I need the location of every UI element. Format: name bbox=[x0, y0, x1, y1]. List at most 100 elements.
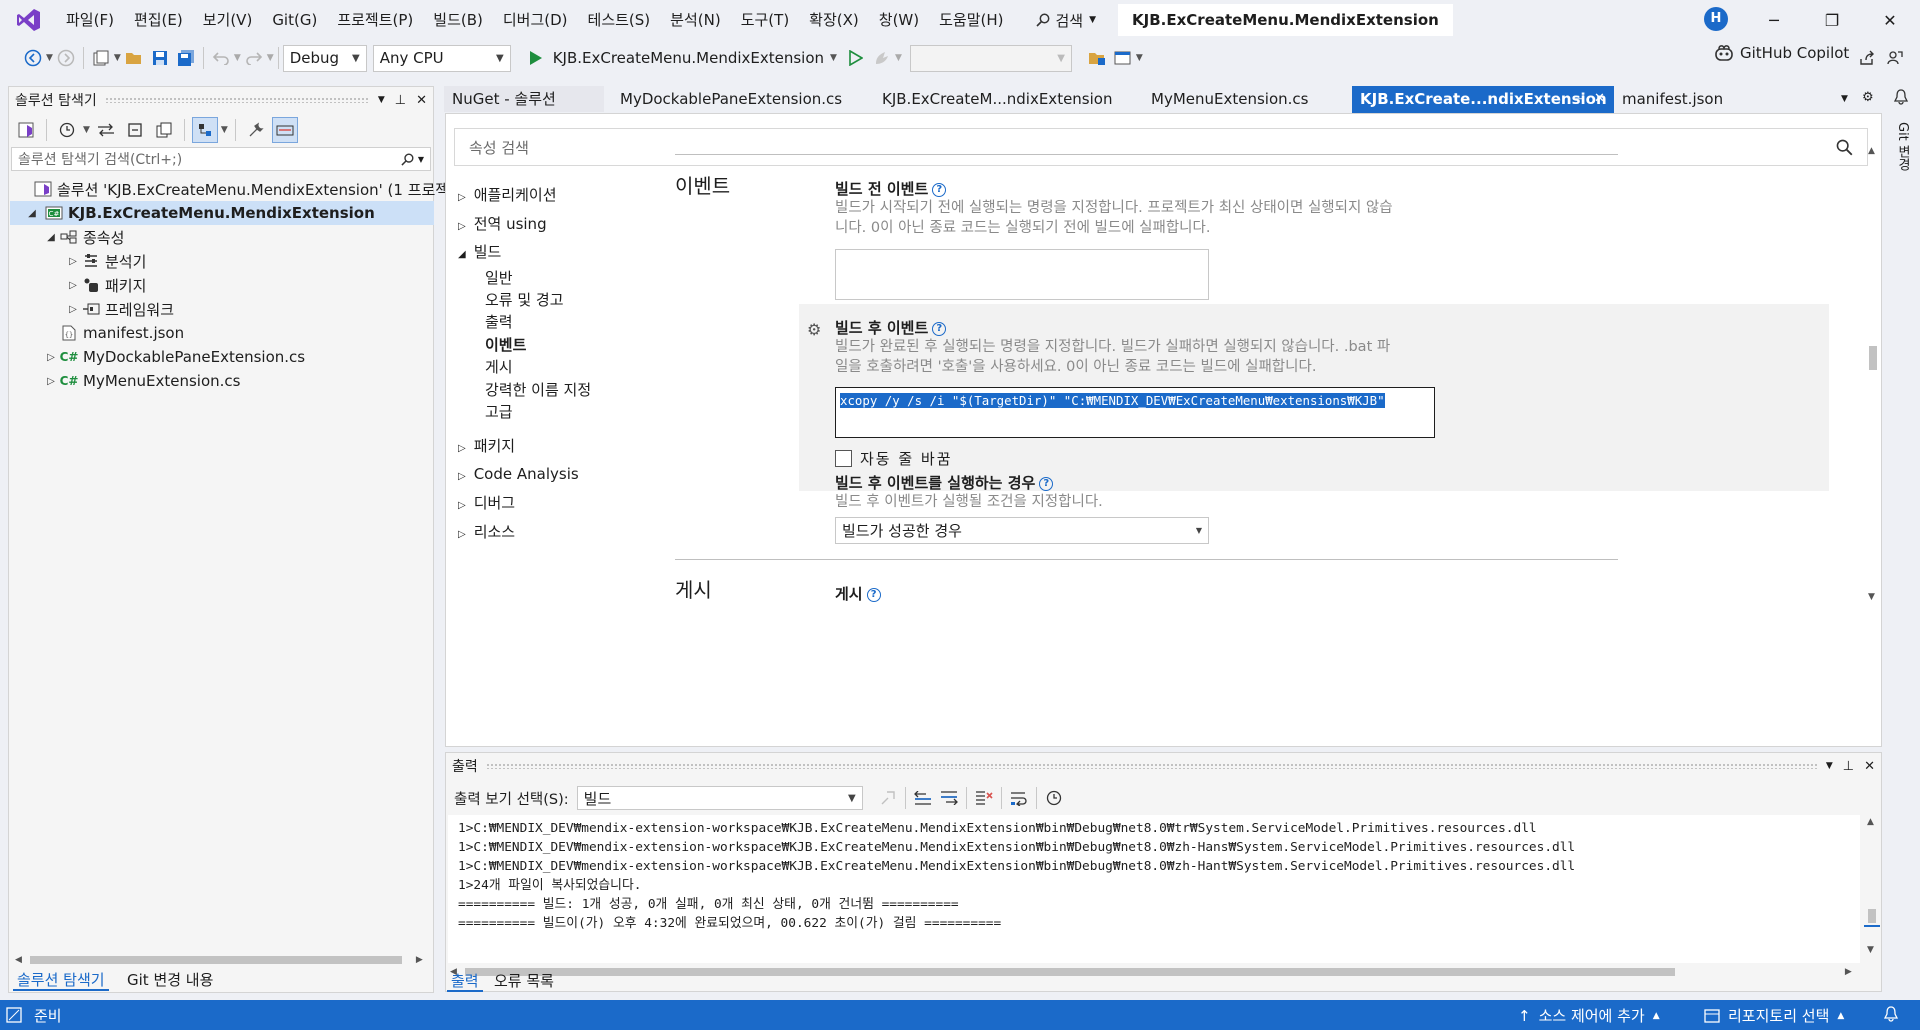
close-panel-icon[interactable]: ✕ bbox=[1864, 759, 1875, 774]
git-changes-side-tab[interactable]: Git 변경 bbox=[1890, 122, 1912, 171]
open-folder-icon[interactable] bbox=[121, 45, 147, 71]
select-repository-button[interactable]: 리포지토리 선택 ▲ bbox=[1704, 1005, 1844, 1026]
clear-all-icon[interactable] bbox=[971, 785, 997, 811]
tab-mymenu[interactable]: MyMenuExtension.cs bbox=[1143, 86, 1343, 112]
notifications-icon[interactable] bbox=[1890, 86, 1912, 108]
close-window-button[interactable]: ✕ bbox=[1862, 0, 1918, 40]
solution-explorer-search-input[interactable]: 솔루션 탐색기 검색(Ctrl+;) ▼ bbox=[11, 147, 431, 171]
tree-item-solution[interactable]: 솔루션 'KJB.ExCreateMenu.MendixExtension' (… bbox=[17, 177, 463, 201]
pin-icon[interactable]: ⊥ bbox=[395, 93, 406, 108]
help-icon[interactable]: ? bbox=[932, 321, 947, 336]
nav-build-general[interactable]: 일반 bbox=[485, 267, 513, 288]
toggle-word-wrap-icon[interactable] bbox=[1006, 785, 1032, 811]
go-previous-message-icon[interactable] bbox=[910, 785, 936, 811]
tab-pin-icon[interactable]: ⊣ bbox=[1574, 86, 1584, 112]
nav-build-errors[interactable]: 오류 및 경고 bbox=[485, 289, 564, 310]
new-project-icon[interactable] bbox=[88, 45, 114, 71]
menu-git[interactable]: Git(G) bbox=[262, 5, 327, 35]
save-all-icon[interactable] bbox=[173, 45, 199, 71]
menu-debug[interactable]: 디버그(D) bbox=[493, 5, 578, 35]
nav-application[interactable]: ▷ 애플리케이션 bbox=[458, 184, 557, 205]
menu-project[interactable]: 프로젝트(P) bbox=[327, 5, 423, 35]
timestamp-clock-icon[interactable] bbox=[1041, 785, 1067, 811]
tree-item-dependencies[interactable]: ◢ 종속성 bbox=[43, 225, 124, 249]
tab-output[interactable]: 출력 bbox=[447, 970, 483, 992]
find-message-icon[interactable] bbox=[875, 785, 901, 811]
properties-wrench-icon[interactable] bbox=[243, 117, 269, 143]
save-icon[interactable] bbox=[147, 45, 173, 71]
navigate-back-icon[interactable] bbox=[20, 45, 46, 71]
pre-build-event-textbox[interactable] bbox=[835, 249, 1209, 300]
panel-menu-icon[interactable]: ▼ bbox=[378, 95, 385, 105]
maximize-button[interactable]: ❐ bbox=[1804, 0, 1860, 40]
share-icon[interactable] bbox=[1854, 45, 1880, 71]
tab-error-list[interactable]: 오류 목록 bbox=[490, 970, 558, 992]
nav-code-analysis[interactable]: ▷ Code Analysis bbox=[458, 465, 579, 483]
tree-item-mydockable[interactable]: ▷ C# MyDockablePaneExtension.cs bbox=[43, 345, 305, 369]
horizontal-scrollbar[interactable]: ◀ ▶ bbox=[15, 953, 427, 967]
run-post-build-select[interactable]: 빌드가 성공한 경우 ▼ bbox=[835, 517, 1209, 544]
search-button[interactable]: 검색 ▼ bbox=[1028, 10, 1105, 31]
menu-tools[interactable]: 도구(T) bbox=[731, 5, 799, 35]
redo-icon[interactable] bbox=[241, 45, 267, 71]
undo-icon[interactable] bbox=[208, 45, 234, 71]
tab-git-changes[interactable]: Git 변경 내용 bbox=[123, 969, 217, 991]
output-horizontal-scrollbar[interactable]: ◀ ▶ bbox=[450, 965, 1860, 979]
go-next-message-icon[interactable] bbox=[936, 785, 962, 811]
collapse-all-icon[interactable] bbox=[122, 117, 148, 143]
panel-menu-icon[interactable]: ▼ bbox=[1826, 761, 1833, 771]
platform-select[interactable]: Any CPU ▼ bbox=[372, 44, 511, 72]
nav-build-strong-name[interactable]: 강력한 이름 지정 bbox=[485, 379, 591, 400]
close-panel-icon[interactable]: ✕ bbox=[416, 93, 427, 108]
help-icon[interactable]: ? bbox=[866, 587, 881, 602]
user-avatar[interactable]: H bbox=[1704, 7, 1728, 31]
navigate-forward-icon[interactable] bbox=[53, 45, 79, 71]
tab-nuget[interactable]: NuGet - 솔루션 bbox=[444, 86, 604, 112]
configuration-select[interactable]: Debug ▼ bbox=[282, 44, 367, 72]
post-build-event-textbox[interactable]: xcopy /y /s /i "$(TargetDir)" "C:₩MENDIX… bbox=[835, 387, 1435, 438]
output-text-area[interactable]: 1>C:₩MENDIX_DEV₩mendix-extension-workspa… bbox=[448, 815, 1860, 963]
checkbox-box[interactable] bbox=[835, 450, 852, 467]
pending-changes-filter-icon[interactable] bbox=[54, 117, 80, 143]
auto-wrap-checkbox[interactable]: 자동 줄 바꿈 bbox=[835, 448, 953, 469]
nav-global-using[interactable]: ▷ 전역 using bbox=[458, 213, 547, 234]
feedback-icon[interactable] bbox=[1882, 45, 1908, 71]
tab-project-props-active[interactable]: KJB.ExCreate...ndixExtension ⊣ ✕ bbox=[1352, 86, 1614, 112]
menu-view[interactable]: 보기(V) bbox=[193, 5, 263, 35]
preview-selected-items-icon[interactable] bbox=[271, 117, 298, 143]
track-active-item-icon[interactable] bbox=[191, 117, 218, 143]
window-layout-icon[interactable] bbox=[1110, 45, 1136, 71]
nav-build-publish[interactable]: 게시 bbox=[485, 356, 513, 377]
tree-item-mymenu[interactable]: ▷ C# MyMenuExtension.cs bbox=[43, 369, 240, 393]
menu-help[interactable]: 도움말(H) bbox=[929, 5, 1013, 35]
tree-item-analyzers[interactable]: ▷ 분석기 bbox=[65, 249, 146, 273]
minimize-button[interactable]: ─ bbox=[1746, 0, 1802, 40]
vertical-scrollbar[interactable]: ▲ ▼ bbox=[1866, 146, 1880, 606]
tab-list-icon[interactable]: ▼ bbox=[1841, 94, 1848, 104]
nav-resources[interactable]: ▷ 리소스 bbox=[458, 521, 515, 542]
output-source-select[interactable]: 빌드 ▼ bbox=[576, 786, 863, 810]
notifications-bell-icon[interactable] bbox=[1884, 1006, 1898, 1022]
start-debug-icon[interactable] bbox=[523, 45, 549, 71]
show-all-files-icon[interactable] bbox=[151, 117, 177, 143]
hot-reload-icon[interactable] bbox=[869, 45, 895, 71]
sync-active-document-icon[interactable] bbox=[93, 117, 119, 143]
output-vertical-scrollbar[interactable]: ▲ ▼ bbox=[1864, 815, 1880, 961]
start-without-debug-icon[interactable] bbox=[843, 45, 869, 71]
nav-build-advanced[interactable]: 고급 bbox=[485, 401, 513, 422]
nav-debug[interactable]: ▷ 디버그 bbox=[458, 492, 515, 513]
tree-item-project[interactable]: ◢ C# KJB.ExCreateMenu.MendixExtension bbox=[10, 201, 434, 225]
menu-build[interactable]: 빌드(B) bbox=[423, 5, 493, 35]
tab-solution-explorer[interactable]: 솔루션 탐색기 bbox=[13, 969, 109, 991]
menu-test[interactable]: 테스트(S) bbox=[578, 5, 661, 35]
tree-item-manifest[interactable]: {} manifest.json bbox=[43, 321, 184, 345]
tab-close-icon[interactable]: ✕ bbox=[1594, 86, 1605, 112]
tab-project-props-1[interactable]: KJB.ExCreateM...ndixExtension bbox=[874, 86, 1124, 112]
nav-build[interactable]: ◢ 빌드 bbox=[458, 241, 501, 262]
tree-item-packages[interactable]: ▷ 패키지 bbox=[65, 273, 146, 297]
menu-extensions[interactable]: 확장(X) bbox=[799, 5, 869, 35]
menu-analyze[interactable]: 분석(N) bbox=[660, 5, 731, 35]
nav-build-events[interactable]: 이벤트 bbox=[485, 334, 526, 355]
open-in-explorer-icon[interactable] bbox=[1084, 45, 1110, 71]
menu-file[interactable]: 파일(F) bbox=[56, 5, 124, 35]
